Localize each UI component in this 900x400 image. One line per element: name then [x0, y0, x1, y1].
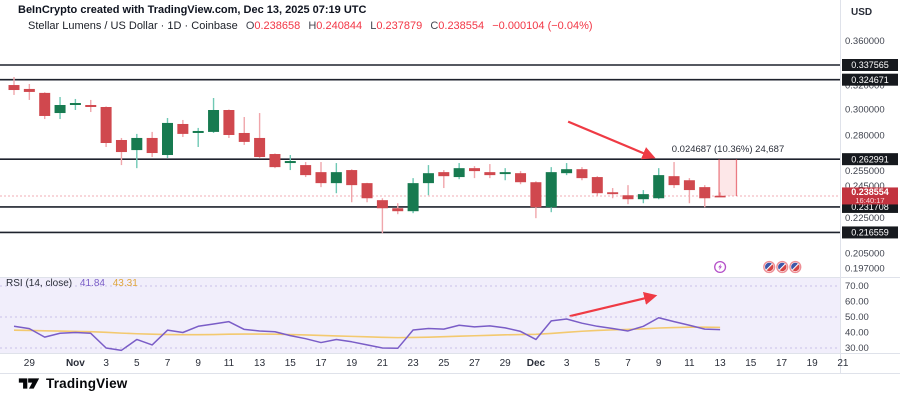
open-value: 0.238658 — [254, 20, 301, 32]
candle — [530, 181, 542, 219]
candle — [39, 92, 51, 120]
price-axis[interactable] — [840, 0, 900, 373]
candle — [131, 133, 143, 169]
tradingview-logo[interactable]: TradingView — [18, 375, 127, 392]
us-economic-event-icon[interactable] — [776, 260, 789, 274]
tradingview-logo-icon — [18, 378, 40, 389]
rsi-value: 41.84 — [79, 278, 105, 289]
change-value: −0.000104 (−0.04%) — [492, 20, 593, 32]
time-axis[interactable] — [0, 353, 840, 373]
candle — [346, 169, 358, 203]
candle — [622, 185, 634, 205]
candle — [254, 113, 266, 159]
candle — [407, 178, 419, 214]
candle — [315, 162, 327, 188]
interval-label: 1D — [167, 20, 182, 32]
candle — [699, 185, 711, 208]
high-value: 0.240844 — [316, 20, 363, 32]
candle — [23, 83, 35, 100]
rsi-legend[interactable]: RSI (14, close) 41.84 43.31 — [6, 278, 138, 289]
candle — [499, 168, 511, 181]
candle — [223, 109, 235, 138]
measurement-label: 0.024687 (10.36%) 24,687 — [671, 144, 785, 155]
candle — [422, 165, 434, 196]
candle — [515, 171, 527, 185]
crypto-event-icon[interactable] — [714, 260, 727, 274]
price-range-measurement[interactable] — [718, 159, 738, 196]
candle — [146, 131, 158, 158]
candle — [115, 137, 127, 166]
candle — [653, 168, 665, 200]
candle — [54, 97, 66, 120]
us-economic-event-icon[interactable] — [789, 260, 802, 274]
candle — [162, 118, 173, 159]
candle — [361, 182, 373, 203]
candle — [208, 97, 220, 133]
price-trend-arrow — [567, 120, 656, 160]
candle — [177, 119, 189, 138]
symbol-name: Stellar Lumens / US Dollar — [28, 20, 158, 32]
chart-canvas[interactable]: 0.3600000.3200000.3000000.2800000.255000… — [0, 0, 900, 400]
candle — [192, 127, 204, 148]
candle — [438, 170, 450, 189]
candle — [469, 166, 480, 179]
candle — [392, 203, 404, 215]
candlestick-series — [8, 76, 726, 234]
candle — [269, 153, 281, 169]
candle — [607, 188, 619, 199]
candle — [591, 176, 603, 197]
candle — [238, 116, 250, 145]
rsi-ma-value: 43.31 — [112, 278, 138, 289]
candle — [330, 163, 342, 194]
candle — [637, 190, 649, 204]
candle — [545, 167, 557, 213]
candle — [376, 198, 388, 234]
candle — [561, 163, 573, 176]
attribution-text: BeInCrypto created with TradingView.com,… — [18, 4, 367, 16]
exchange-label: Coinbase — [191, 20, 238, 32]
candle — [576, 167, 588, 181]
candle — [683, 178, 695, 204]
candle — [284, 155, 296, 171]
candle — [668, 162, 680, 189]
low-value: 0.237879 — [376, 20, 423, 32]
tradingview-chart-window: { "header": { "attribution": "BeInCrypto… — [0, 0, 900, 400]
rsi-title: RSI (14, close) — [6, 278, 73, 289]
candle — [69, 98, 81, 111]
us-economic-event-icon[interactable] — [763, 260, 776, 274]
candle — [453, 163, 465, 180]
candle — [300, 162, 312, 178]
candle — [100, 106, 112, 148]
symbol-legend[interactable]: Stellar Lumens / US Dollar · 1D · Coinba… — [28, 20, 593, 32]
tradingview-logo-text: TradingView — [46, 376, 128, 391]
candle — [484, 164, 496, 179]
candle — [85, 99, 97, 113]
close-value: 0.238554 — [438, 20, 485, 32]
